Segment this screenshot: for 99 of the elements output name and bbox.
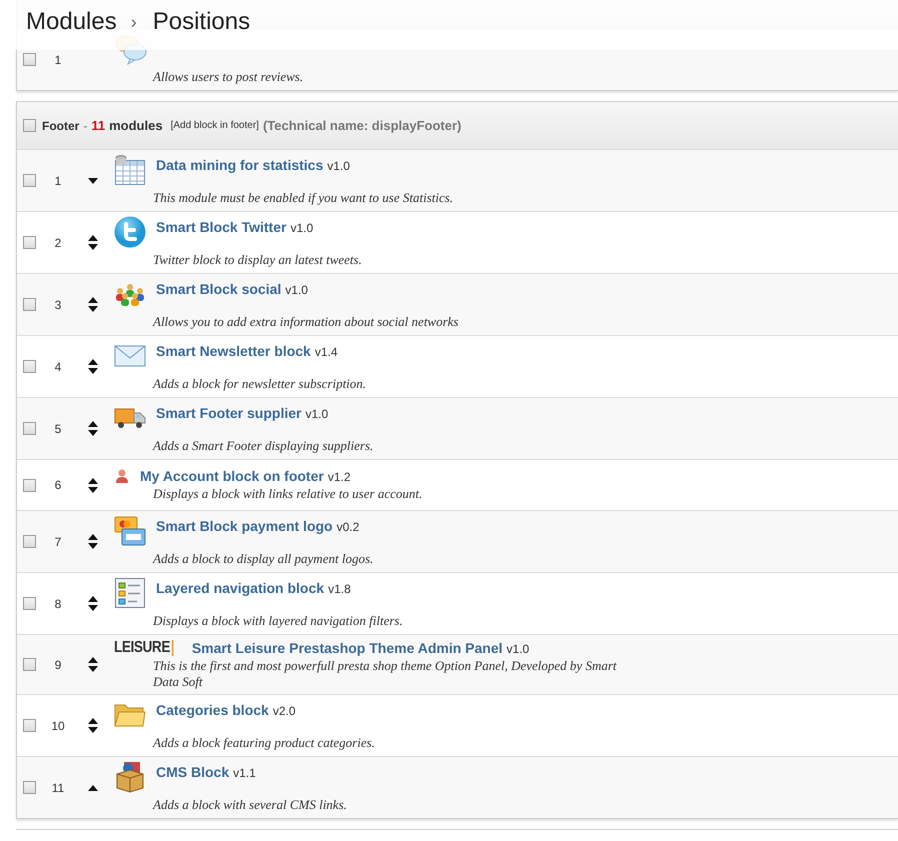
module-description: This is the first and most powerfull presta shop theme Option Panel, Developed by Smart Data Soft <box>153 658 618 690</box>
position-number: 1 <box>54 52 62 66</box>
move-up-button[interactable] <box>88 421 98 427</box>
module-description: Displays a block with layered navigation filters. <box>153 613 404 629</box>
payment-cards-icon <box>114 515 146 547</box>
module-version: v1.0 <box>290 221 314 235</box>
module-description: Adds a block with several CMS links. <box>153 797 348 813</box>
folder-icon <box>114 702 146 728</box>
module-name: Smart Leisure Prestashop Theme Admin Panel <box>192 640 503 656</box>
position-number: 5 <box>54 422 62 436</box>
move-down-button[interactable] <box>88 543 98 549</box>
checkbox[interactable] <box>23 535 36 548</box>
module-description: Adds a block for newsletter subscription. <box>153 376 368 392</box>
position-number: 3 <box>54 298 62 312</box>
module-description: Allows you to add extra information about social networks <box>153 314 460 330</box>
module-version: v0.2 <box>336 520 360 534</box>
module-name: My Account block on footer <box>140 468 324 484</box>
table-icon <box>114 154 146 186</box>
breadcrumb-separator: › <box>130 11 137 34</box>
envelope-icon <box>114 344 146 368</box>
move-up-button[interactable] <box>88 478 98 484</box>
move-up-button[interactable] <box>88 359 98 365</box>
module-description: Adds a block to display all payment logos. <box>153 551 374 567</box>
move-down-button[interactable] <box>88 368 98 374</box>
module-name: Smart Newsletter block <box>156 343 311 359</box>
checkbox[interactable] <box>23 236 36 249</box>
move-down-button[interactable] <box>88 605 98 611</box>
position-number: 1 <box>54 174 62 188</box>
module-name: Smart Block payment logo <box>156 518 333 534</box>
module-version: v1.0 <box>506 642 530 656</box>
move-down-button[interactable] <box>88 727 98 733</box>
truck-icon <box>114 406 146 430</box>
user-icon <box>114 468 130 484</box>
checkbox[interactable] <box>23 360 36 373</box>
theme-logo: LEISURE <box>114 640 174 656</box>
checkbox[interactable] <box>23 478 36 492</box>
position-number: 9 <box>54 658 62 672</box>
add-block-link[interactable]: [Add block in footer] <box>170 120 259 131</box>
module-description: Allows users to post reviews. <box>153 69 304 85</box>
position-number: 11 <box>50 780 66 794</box>
move-up-button[interactable] <box>88 784 98 790</box>
move-up-button[interactable] <box>88 718 98 724</box>
module-count-label: modules <box>109 118 163 133</box>
move-down-button[interactable] <box>88 306 98 312</box>
move-down-button[interactable] <box>88 666 98 672</box>
module-description: Adds a Smart Footer displaying suppliers. <box>153 438 374 454</box>
module-version: v1.0 <box>285 283 308 297</box>
page-title: Positions <box>152 8 250 36</box>
module-name: Smart Block social <box>156 281 282 297</box>
position-number: 4 <box>54 360 62 374</box>
module-version: v1.8 <box>328 582 351 596</box>
module-version: v1.2 <box>328 470 351 484</box>
position-number: 2 <box>54 236 62 250</box>
box-icon <box>114 761 146 793</box>
position-number: 10 <box>50 718 66 732</box>
module-name: Smart Block Twitter <box>156 219 286 235</box>
move-down-button[interactable] <box>88 486 98 492</box>
move-up-button[interactable] <box>88 534 98 540</box>
module-description: Adds a block featuring product categories. <box>153 735 376 751</box>
move-down-button[interactable] <box>88 244 98 250</box>
checkbox[interactable] <box>23 53 36 66</box>
position-number: 6 <box>54 478 62 492</box>
checkbox[interactable] <box>23 781 36 794</box>
module-name: Smart Footer supplier <box>156 405 302 421</box>
technical-name: (Technical name: displayFooter) <box>262 118 462 133</box>
people-group-icon <box>114 282 146 306</box>
circle-logo-icon <box>114 216 146 248</box>
move-up-button[interactable] <box>88 235 98 241</box>
move-up-button[interactable] <box>88 657 98 663</box>
module-version: v1.4 <box>314 345 338 359</box>
list-icon <box>114 577 146 609</box>
module-version: v1.1 <box>233 766 256 780</box>
checkbox[interactable] <box>23 422 36 435</box>
module-version: v1.0 <box>305 407 328 421</box>
module-name: Data mining for statistics <box>156 157 324 173</box>
breadcrumb-section[interactable]: Modules <box>26 8 117 36</box>
checkbox[interactable] <box>23 298 36 311</box>
module-name: CMS Block <box>156 764 230 780</box>
checkbox[interactable] <box>23 719 36 732</box>
position-number: 7 <box>54 534 62 548</box>
checkbox[interactable] <box>23 119 36 132</box>
separator: - <box>83 118 88 132</box>
module-version: v1.0 <box>327 159 350 173</box>
move-down-button[interactable] <box>88 430 98 436</box>
module-name: Layered navigation block <box>156 580 324 596</box>
checkbox[interactable] <box>23 597 36 610</box>
checkbox[interactable] <box>23 658 36 671</box>
position-number: 8 <box>54 596 62 610</box>
move-down-button[interactable] <box>88 178 98 184</box>
module-description: Displays a block with links relative to user account. <box>153 486 424 502</box>
checkbox[interactable] <box>23 174 36 187</box>
move-up-button[interactable] <box>88 297 98 303</box>
module-name: Categories block <box>156 702 269 718</box>
move-up-button[interactable] <box>88 596 98 602</box>
module-version: v2.0 <box>272 704 296 718</box>
module-description: Twitter block to display an latest tweets. <box>153 252 363 268</box>
hook-name: Footer <box>42 118 80 132</box>
module-description: This module must be enabled if you want to use Statistics. <box>153 190 454 206</box>
module-count: 11 <box>91 118 106 133</box>
